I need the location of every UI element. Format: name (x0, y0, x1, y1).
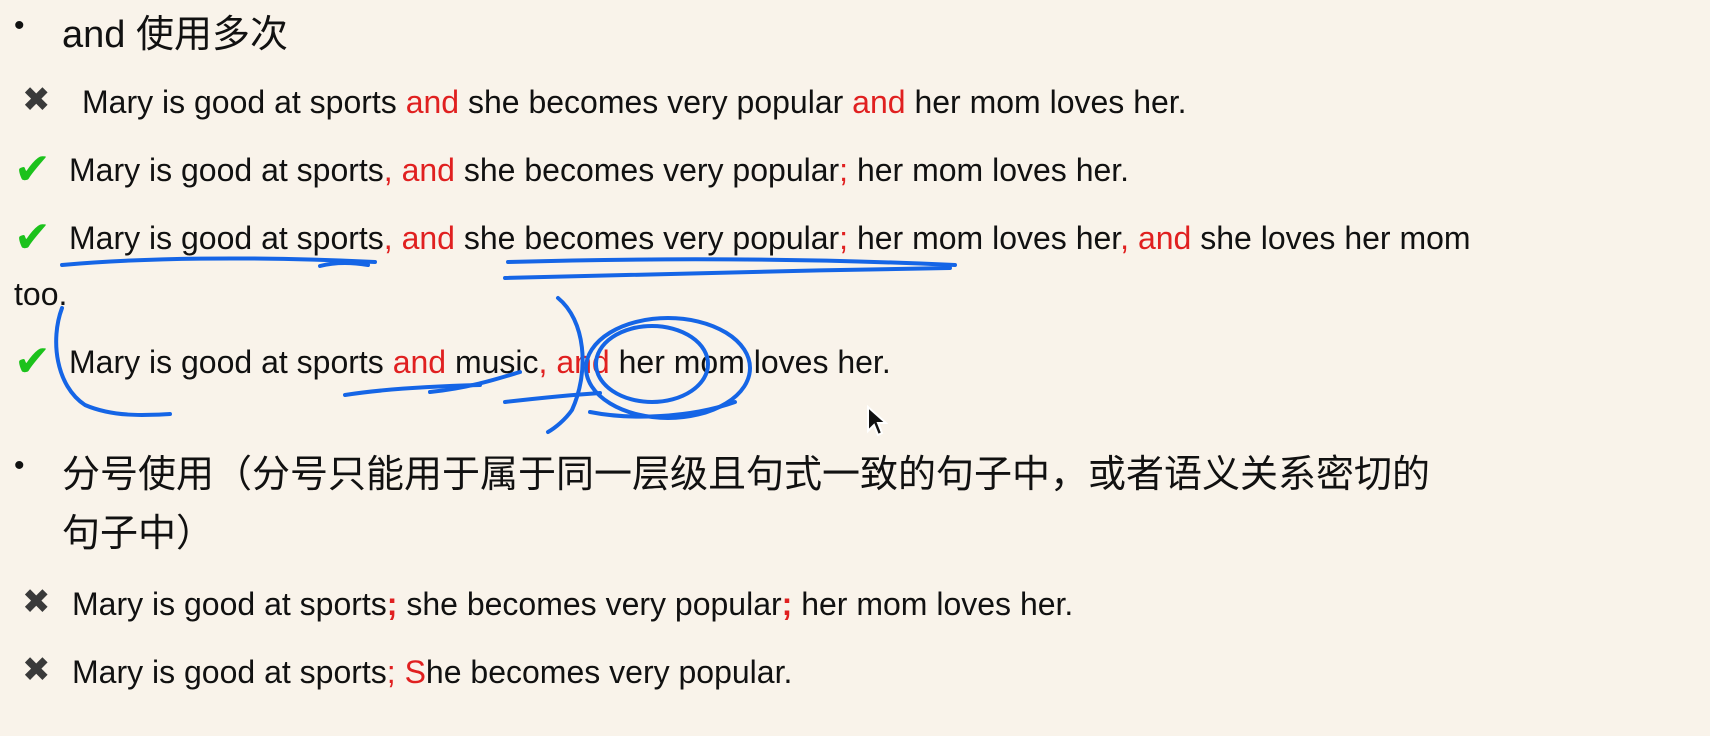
sentence-fragment: Mary is good at sports (82, 84, 406, 120)
sentence-text: Mary is good at sports and music, and he… (69, 344, 891, 380)
highlight-conjunction: and (852, 84, 906, 120)
sentence-fragment: he becomes very popular. (425, 654, 793, 690)
highlight-semicolon: ; (386, 586, 398, 622)
section-title: and 使用多次 (62, 14, 288, 56)
example-sentence-correct: ✔ Mary is good at sports, and she become… (14, 145, 1129, 196)
highlight-semicolon: ; (839, 152, 849, 188)
ink-underline-clause-2b (503, 266, 952, 280)
sentence-fragment: Mary is good at sports (69, 152, 384, 188)
sentence-fragment: music (446, 344, 539, 380)
sentence-fragment: too. (14, 276, 68, 312)
highlight-conjunction: , and (383, 220, 455, 256)
x-mark-icon: ✖ (22, 651, 51, 689)
sentence-fragment: her mom loves her. (905, 84, 1187, 120)
sentence-text: Mary is good at sports, and she becomes … (69, 152, 1129, 188)
highlight-semicolon: ; (781, 586, 793, 622)
x-mark-icon: ✖ (22, 583, 51, 621)
sentence-text: Mary is good at sports and she becomes v… (82, 84, 1187, 120)
sentence-fragment: her mom loves her. (792, 586, 1074, 622)
sentence-fragment: she becomes very popular (459, 84, 853, 120)
sentence-fragment: Mary is good at sports (72, 654, 387, 690)
example-sentence-wrong: ✖ Mary is good at sports; she becomes ve… (22, 580, 1073, 630)
sentence-fragment: her mom loves her (848, 220, 1121, 256)
ink-circle-tail (588, 400, 737, 419)
x-mark-icon: ✖ (22, 81, 51, 119)
highlight-conjunction: , and (383, 152, 455, 188)
check-mark-icon: ✔ (14, 337, 51, 386)
sentence-fragment: she becomes very popular (454, 152, 840, 188)
section-title-line: 分号使用（分号只能用于属于同一层级且句式一致的句子中，或者语义关系密切的 (62, 454, 1431, 496)
bullet-dot: • (14, 449, 25, 482)
highlight-conjunction: and (405, 84, 460, 120)
section-heading-semicolon-usage: • 分号使用（分号只能用于属于同一层级且句式一致的句子中，或者语义关系密切的 句… (14, 446, 1430, 564)
sentence-fragment: her mom loves her. (848, 152, 1130, 188)
highlight-conjunction: and (392, 344, 447, 380)
check-mark-icon: ✔ (14, 145, 51, 194)
slide: • and 使用多次 ✖ Mary is good at sports and … (0, 0, 1710, 736)
example-sentence-correct: ✔ Mary is good at sports and music, and … (14, 337, 891, 388)
section-heading-and-usage: • and 使用多次 (14, 6, 288, 65)
example-sentence-wrong: ✖ Mary is good at sports and she becomes… (22, 78, 1187, 128)
section-title-line: 句子中） (62, 512, 215, 555)
bullet-dot: • (14, 9, 25, 42)
sentence-fragment: Mary is good at sports (72, 586, 387, 622)
example-sentence-correct: ✔ Mary is good at sports, and she become… (14, 213, 1471, 264)
section-title: 分号使用（分号只能用于属于同一层级且句式一致的句子中，或者语义关系密切的 句子中… (62, 446, 1430, 564)
sentence-fragment: Mary is good at sports (69, 344, 393, 380)
sentence-fragment: she becomes very popular (397, 586, 782, 622)
highlight-semicolon-capital: ; S (386, 654, 426, 690)
check-mark-icon: ✔ (14, 213, 51, 262)
sentence-fragment: she loves her mom (1191, 220, 1471, 256)
highlight-conjunction: , and (1120, 220, 1192, 256)
sentence-text: Mary is good at sports; She becomes very… (72, 654, 792, 690)
example-sentence-wrong: ✖ Mary is good at sports; She becomes ve… (22, 648, 792, 698)
highlight-conjunction: , and (538, 344, 610, 380)
ink-arrow-stroke (503, 391, 602, 404)
sentence-text: Mary is good at sports, and she becomes … (69, 220, 1471, 256)
sentence-fragment: her mom loves her. (609, 344, 891, 380)
sentence-fragment: she becomes very popular (454, 220, 840, 256)
sentence-text: Mary is good at sports; she becomes very… (72, 586, 1073, 622)
example-sentence-continuation: too. (14, 270, 67, 320)
mouse-pointer-icon (867, 405, 888, 437)
highlight-semicolon: ; (839, 220, 849, 256)
sentence-fragment: Mary is good at sports (69, 220, 384, 256)
